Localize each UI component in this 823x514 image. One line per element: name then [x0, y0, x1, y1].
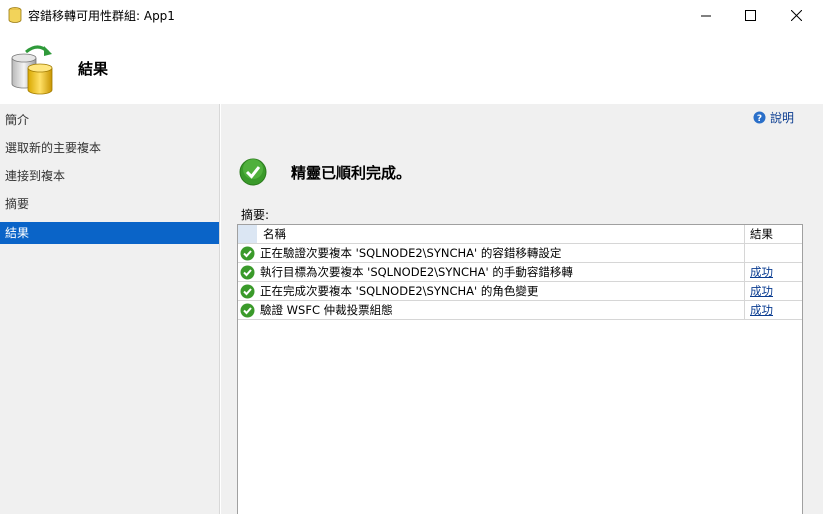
wizard-header: 結果 — [0, 30, 823, 104]
table-row[interactable]: 正在驗證次要複本 'SQLNODE2\SYNCHA' 的容錯移轉設定 — [238, 244, 802, 263]
result-link[interactable]: 成功 — [750, 303, 773, 317]
row-name: 正在完成次要複本 'SQLNODE2\SYNCHA' 的角色變更 — [258, 282, 745, 300]
table-row[interactable]: 驗證 WSFC 仲裁投票組態 成功 — [238, 301, 802, 320]
success-check-icon — [240, 284, 255, 298]
table-row[interactable]: 正在完成次要複本 'SQLNODE2\SYNCHA' 的角色變更 成功 — [238, 282, 802, 301]
row-name: 執行目標為次要複本 'SQLNODE2\SYNCHA' 的手動容錯移轉 — [258, 263, 745, 281]
database-sync-icon — [11, 45, 53, 95]
row-status — [238, 244, 257, 262]
sidebar-item-summary[interactable]: 摘要 — [0, 193, 219, 215]
help-label: 說明 — [770, 111, 795, 125]
page-title: 結果 — [78, 60, 109, 78]
success-message: 精靈已順利完成。 — [291, 163, 412, 182]
row-name: 驗證 WSFC 仲裁投票組態 — [258, 301, 745, 319]
result-link[interactable]: 成功 — [750, 284, 773, 298]
row-status — [238, 301, 257, 319]
row-header-corner — [238, 225, 257, 243]
success-check-icon — [240, 265, 255, 279]
maximize-icon — [744, 9, 756, 21]
help-icon: ? — [753, 111, 766, 124]
window-title: 容錯移轉可用性群組: App1 — [28, 9, 175, 23]
row-result — [746, 244, 802, 262]
sidebar-item-introduction[interactable]: 簡介 — [0, 109, 219, 131]
row-result-link[interactable]: 成功 — [746, 282, 802, 300]
minimize-icon — [700, 15, 711, 16]
close-button[interactable] — [773, 0, 819, 30]
row-name: 正在驗證次要複本 'SQLNODE2\SYNCHA' 的容錯移轉設定 — [258, 244, 745, 262]
success-banner: 精靈已順利完成。 — [239, 158, 411, 186]
success-check-icon — [240, 303, 255, 317]
results-table: 名稱 結果 正在驗證次要複本 'SQLNODE2\SYNCHA' 的容錯移轉設定… — [237, 224, 803, 514]
row-result-link[interactable]: 成功 — [746, 301, 802, 319]
table-row[interactable]: 執行目標為次要複本 'SQLNODE2\SYNCHA' 的手動容錯移轉 成功 — [238, 263, 802, 282]
table-header-row: 名稱 結果 — [238, 225, 802, 244]
wizard-steps-sidebar: 簡介 選取新的主要複本 連接到複本 摘要 結果 — [0, 104, 220, 514]
main-panel: ? 說明 精靈已順利完成。 摘要: 名稱 結果 正在驗證次要複本 'SQLNOD… — [221, 104, 823, 514]
sidebar-item-select-primary[interactable]: 選取新的主要複本 — [0, 137, 219, 159]
database-icon — [8, 7, 22, 23]
svg-text:?: ? — [757, 114, 762, 124]
title-bar: 容錯移轉可用性群組: App1 — [0, 0, 823, 30]
row-status — [238, 282, 257, 300]
row-result-link[interactable]: 成功 — [746, 263, 802, 281]
summary-label: 摘要: — [241, 208, 270, 222]
help-link[interactable]: ? 說明 — [753, 109, 794, 126]
result-link[interactable]: 成功 — [750, 265, 773, 279]
column-header-name[interactable]: 名稱 — [258, 225, 745, 243]
column-header-result[interactable]: 結果 — [746, 225, 802, 243]
close-icon — [790, 9, 802, 21]
maximize-button[interactable] — [727, 0, 773, 30]
minimize-button[interactable] — [683, 0, 729, 30]
success-check-icon — [239, 158, 267, 186]
sidebar-item-results[interactable]: 結果 — [0, 222, 219, 244]
sidebar-item-connect-replicas[interactable]: 連接到複本 — [0, 165, 219, 187]
success-check-icon — [240, 246, 255, 260]
row-status — [238, 263, 257, 281]
